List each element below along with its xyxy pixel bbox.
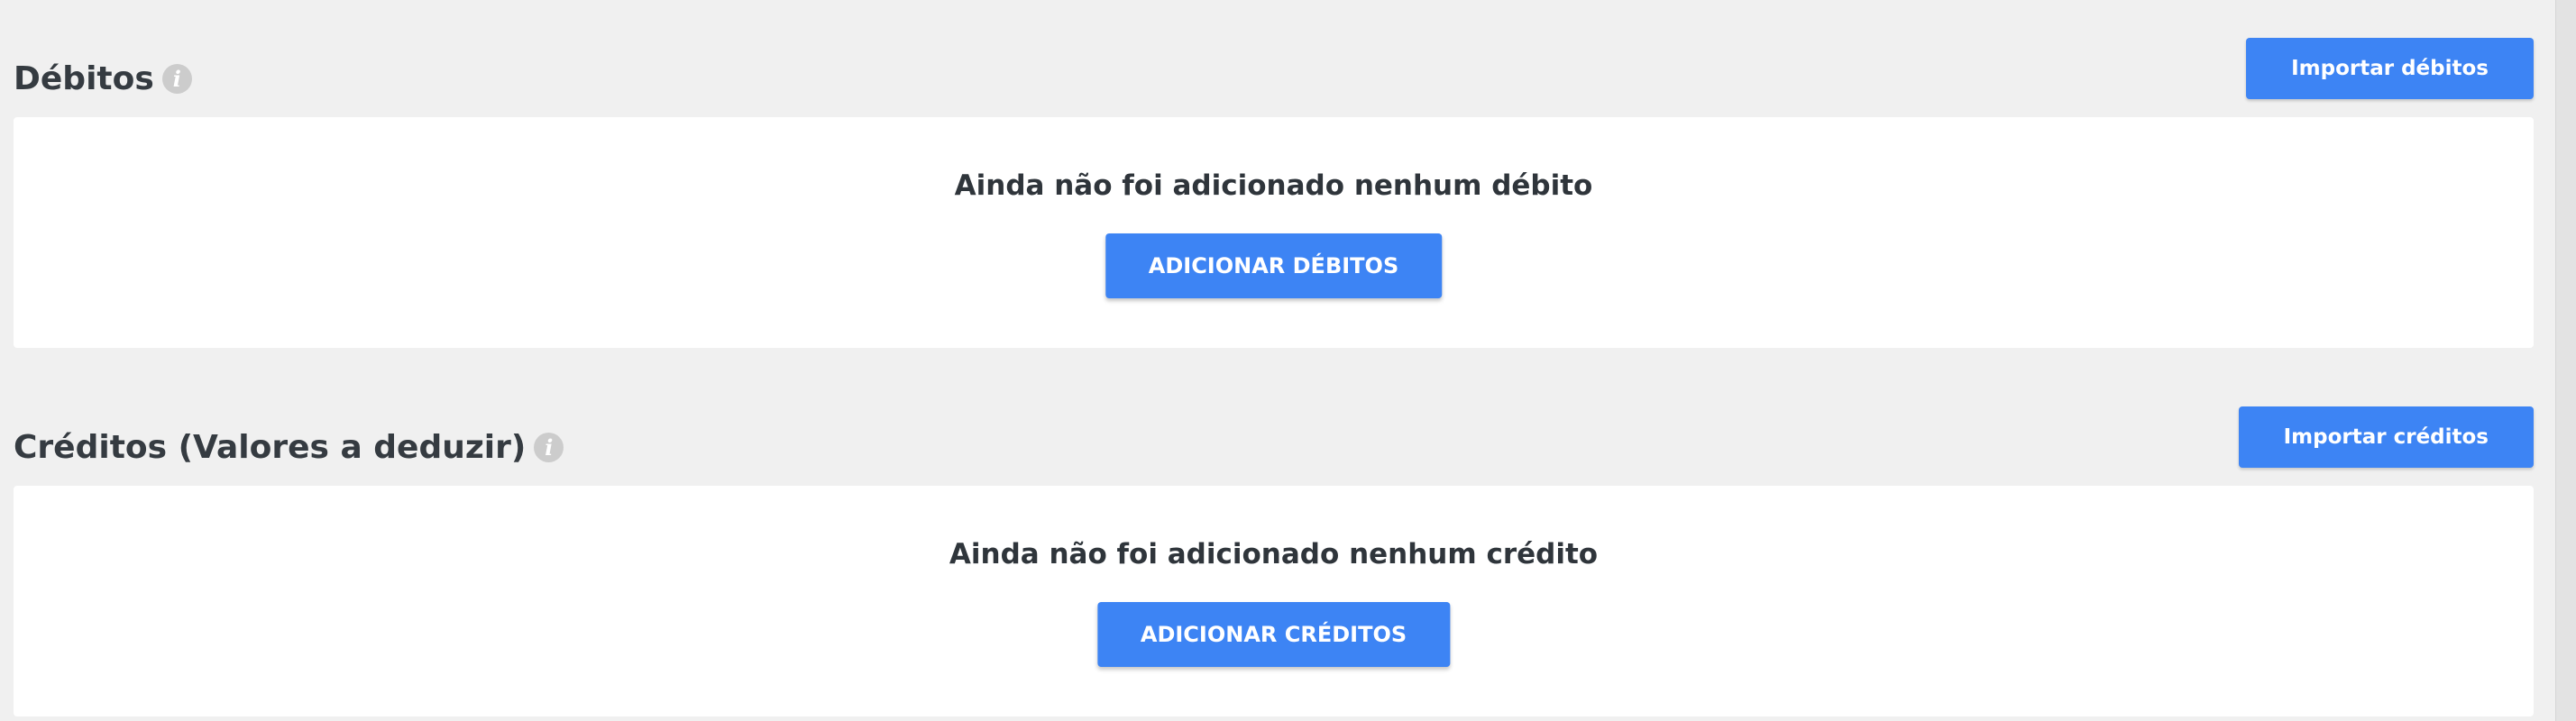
- add-debits-button[interactable]: ADICIONAR DÉBITOS: [1105, 233, 1443, 298]
- import-credits-button[interactable]: Importar créditos: [2238, 406, 2534, 468]
- info-icon[interactable]: i: [161, 64, 192, 94]
- credits-empty-message: Ainda não foi adicionado nenhum crédito: [949, 538, 1599, 570]
- credits-title: Créditos (Valores a deduzir): [14, 429, 527, 466]
- import-debits-button[interactable]: Importar débitos: [2246, 38, 2534, 99]
- info-icon[interactable]: i: [534, 433, 564, 462]
- debits-empty-message: Ainda não foi adicionado nenhum débito: [954, 169, 1593, 202]
- debits-panel: Ainda não foi adicionado nenhum débito A…: [14, 117, 2534, 348]
- add-credits-button[interactable]: ADICIONAR CRÉDITOS: [1096, 602, 1451, 667]
- page: Débitos i Importar débitos Ainda não foi…: [0, 0, 2576, 721]
- debits-title-row: Débitos i: [14, 60, 192, 97]
- credits-title-row: Créditos (Valores a deduzir) i: [14, 429, 564, 466]
- debits-title: Débitos: [14, 60, 154, 97]
- debits-header: Débitos i Importar débitos: [14, 38, 2534, 110]
- credits-panel: Ainda não foi adicionado nenhum crédito …: [14, 486, 2534, 716]
- credits-header: Créditos (Valores a deduzir) i Importar …: [14, 406, 2534, 479]
- page-scrollbar[interactable]: [2555, 0, 2576, 721]
